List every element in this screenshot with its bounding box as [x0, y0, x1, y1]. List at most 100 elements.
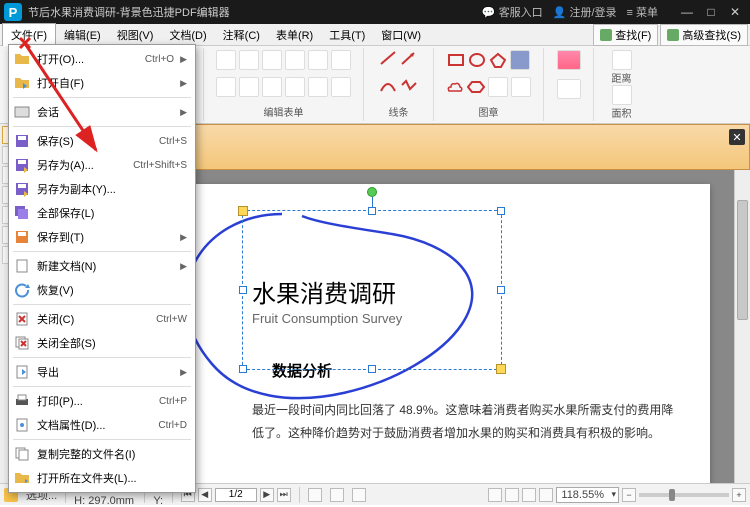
file-menu-save[interactable]: 保存(S)Ctrl+S [9, 129, 195, 153]
scroll-thumb[interactable] [737, 200, 748, 320]
page-prev-button[interactable]: ◀ [198, 488, 212, 502]
advanced-find-button[interactable]: 高级查找(S) [660, 24, 748, 46]
main-menu-link[interactable]: ≡ 菜单 [627, 4, 658, 20]
form-tool-icon[interactable] [285, 77, 305, 97]
file-menu-copypath[interactable]: 复制完整的文件名(I) [9, 442, 195, 466]
distance-tool-icon[interactable] [612, 50, 632, 70]
brush-tool-icon[interactable] [557, 79, 581, 99]
resize-handle[interactable] [497, 286, 505, 294]
minimize-button[interactable]: — [676, 3, 698, 21]
file-menu-open[interactable]: 打开(O)...Ctrl+O▶ [9, 47, 195, 71]
form-tool-icon[interactable] [239, 50, 259, 70]
shape-tool-icon[interactable] [488, 77, 508, 97]
fit-icon[interactable] [539, 488, 553, 502]
shape-tool-icon[interactable] [511, 77, 531, 97]
zoom-slider[interactable] [639, 493, 729, 497]
file-menu-savecopy[interactable]: 另存为副本(Y)... [9, 177, 195, 201]
resize-handle[interactable] [368, 207, 376, 215]
line-tool-icon[interactable] [379, 50, 397, 66]
circle-tool-icon[interactable] [468, 52, 486, 68]
hexagon-tool-icon[interactable] [467, 79, 485, 95]
area-tool-icon[interactable] [612, 85, 632, 105]
form-tool-icon[interactable] [331, 77, 351, 97]
selection-box[interactable] [242, 210, 502, 370]
arrow-tool-icon[interactable] [400, 50, 418, 66]
login-link[interactable]: 👤 注册/登录 [553, 4, 617, 20]
form-tool-icon[interactable] [216, 50, 236, 70]
menu-label: 打开所在文件夹(L)... [37, 470, 181, 486]
close-window-button[interactable]: ✕ [724, 3, 746, 21]
find-button[interactable]: 查找(F) [593, 24, 658, 46]
corner-anchor[interactable] [238, 206, 248, 216]
form-tool-icon[interactable] [331, 50, 351, 70]
file-menu-openloc[interactable]: 打开所在文件夹(L)... [9, 466, 195, 490]
zoom-out-button[interactable]: − [622, 488, 636, 502]
rect-tool-icon[interactable] [447, 52, 465, 68]
zoom-in-button[interactable]: + [732, 488, 746, 502]
curve-tool-icon[interactable] [379, 77, 397, 93]
banner-close-button[interactable]: ✕ [729, 129, 745, 145]
menu-view[interactable]: 视图(V) [109, 24, 162, 46]
file-menu-export[interactable]: 导出▶ [9, 360, 195, 384]
resize-handle[interactable] [239, 286, 247, 294]
menu-file[interactable]: 文件(F) [2, 23, 56, 46]
layout-icon[interactable] [352, 488, 366, 502]
slider-knob[interactable] [669, 489, 675, 501]
file-menu-revert[interactable]: 恢复(V) [9, 278, 195, 302]
fit-page-icon[interactable] [505, 488, 519, 502]
form-tool-icon[interactable] [216, 77, 236, 97]
ribbon-label-shape: 图章 [479, 104, 499, 119]
page-input[interactable] [215, 488, 257, 502]
file-menu-close[interactable]: 关闭(C)Ctrl+W [9, 307, 195, 331]
cloud-tool-icon[interactable] [446, 79, 464, 95]
vertical-scrollbar[interactable] [734, 170, 750, 483]
resize-handle[interactable] [497, 207, 505, 215]
close-icon [13, 310, 31, 328]
rotate-handle[interactable] [367, 187, 377, 197]
app-logo: P [4, 3, 22, 21]
status-zoom-select[interactable]: 118.55% [556, 487, 619, 503]
fit-width-icon[interactable] [488, 488, 502, 502]
menu-edit[interactable]: 编辑(E) [56, 24, 109, 46]
file-menu-print[interactable]: 打印(P)...Ctrl+P [9, 389, 195, 413]
menu-comment[interactable]: 注释(C) [215, 24, 268, 46]
file-menu-props[interactable]: 文档属性(D)...Ctrl+D [9, 413, 195, 437]
resize-handle[interactable] [239, 365, 247, 373]
fit-icon[interactable] [522, 488, 536, 502]
menu-form[interactable]: 表单(R) [268, 24, 321, 46]
form-tool-icon[interactable] [262, 50, 282, 70]
menu-document[interactable]: 文档(D) [161, 24, 214, 46]
file-menu-closeall[interactable]: 关闭全部(S) [9, 331, 195, 355]
polygon-tool-icon[interactable] [489, 52, 507, 68]
menu-shortcut: Ctrl+D [158, 420, 187, 431]
corner-anchor[interactable] [496, 364, 506, 374]
form-tool-icon[interactable] [308, 77, 328, 97]
resize-handle[interactable] [368, 365, 376, 373]
folder2-icon [13, 74, 31, 92]
file-menu-saveas[interactable]: 另存为(A)...Ctrl+Shift+S [9, 153, 195, 177]
maximize-button[interactable]: □ [700, 3, 722, 21]
file-menu-session[interactable]: 会话▶ [9, 100, 195, 124]
openloc-icon [13, 469, 31, 487]
page-next-button[interactable]: ▶ [260, 488, 274, 502]
file-menu-saveall[interactable]: 全部保存(L) [9, 201, 195, 225]
file-menu-new[interactable]: 新建文档(N)▶ [9, 254, 195, 278]
ribbon-label-distance: 距离 [612, 70, 632, 85]
zigzag-tool-icon[interactable] [400, 77, 418, 93]
file-menu-saveto[interactable]: 保存到(T)▶ [9, 225, 195, 249]
menu-label: 复制完整的文件名(I) [37, 446, 181, 462]
file-menu-open_from[interactable]: 打开自(F)▶ [9, 71, 195, 95]
page-last-button[interactable]: ⏭ [277, 488, 291, 502]
menu-window[interactable]: 窗口(W) [373, 24, 429, 46]
form-tool-icon[interactable] [308, 50, 328, 70]
eraser-tool-icon[interactable] [557, 50, 581, 70]
stamp-tool-icon[interactable] [510, 50, 530, 70]
layout-icon[interactable] [330, 488, 344, 502]
service-link[interactable]: 💬 客服入口 [482, 4, 543, 20]
form-tool-icon[interactable] [285, 50, 305, 70]
menu-tools[interactable]: 工具(T) [321, 24, 373, 46]
layout-icon[interactable] [308, 488, 322, 502]
form-tool-icon[interactable] [262, 77, 282, 97]
window-title: 节后水果消费调研-背景色迅捷PDF编辑器 [28, 4, 482, 20]
form-tool-icon[interactable] [239, 77, 259, 97]
